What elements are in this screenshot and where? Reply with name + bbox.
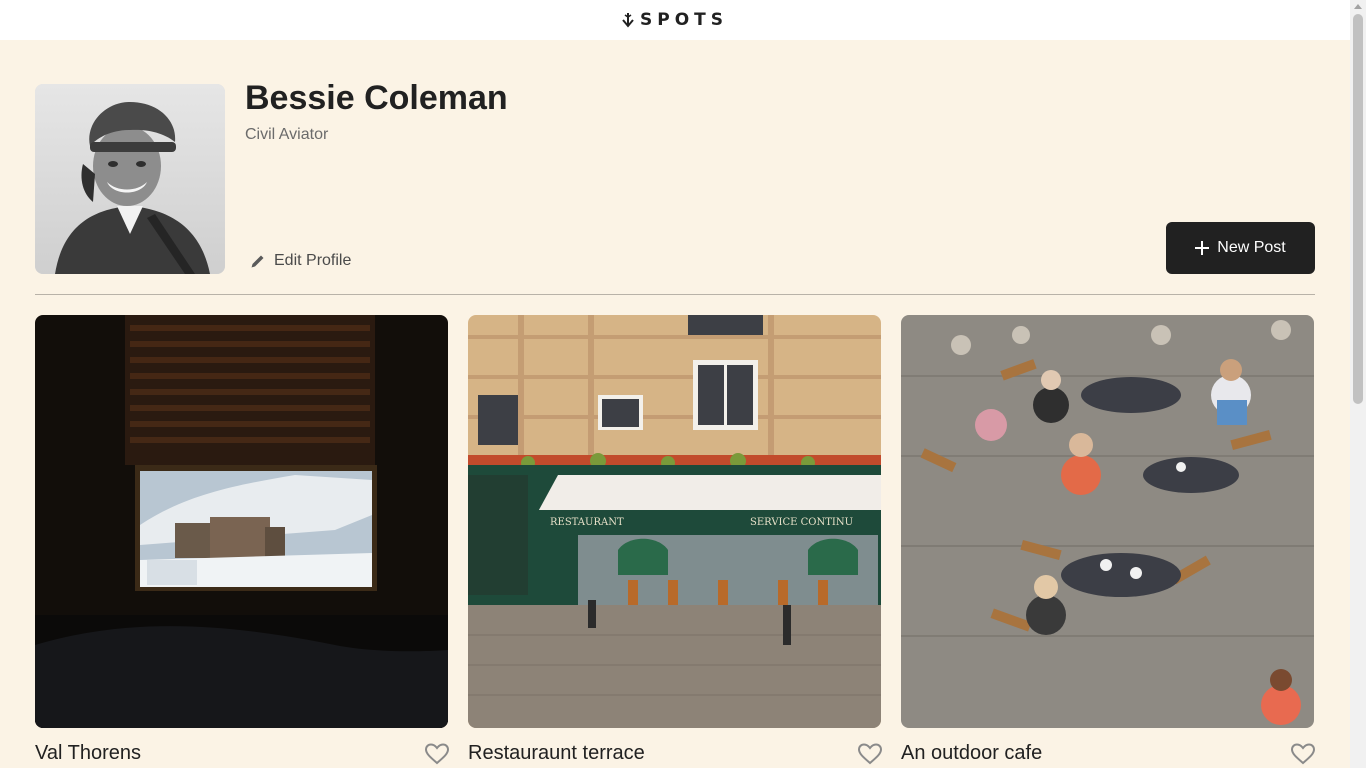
card-footer: Val Thorens [35,742,450,765]
card-title: Restauraunt terrace [468,742,645,764]
logo-icon [622,13,634,28]
new-post-label: New Post [1217,239,1286,256]
logo-text: SPOTS [640,10,728,30]
heart-icon [1290,742,1316,764]
page-scrollbar[interactable] [1350,0,1366,768]
divider [35,294,1315,295]
card-image[interactable] [901,315,1314,728]
card: Val Thorens [35,315,450,764]
pencil-icon [251,255,264,268]
logo[interactable]: SPOTS [622,10,728,30]
heart-icon [424,742,450,764]
card-image[interactable]: RESTAURANT SERVICE CONTINU [468,315,881,728]
profile-name: Bessie Coleman [245,79,508,117]
card: RESTAURANT SERVICE CONTINU Restauraunt t… [468,315,883,764]
card-image[interactable] [35,315,448,728]
card: An outdoor cafe [901,315,1316,764]
edit-profile-label: Edit Profile [274,252,352,269]
new-post-button[interactable]: New Post [1166,222,1315,274]
svg-text:SERVICE CONTINU: SERVICE CONTINU [750,517,853,528]
edit-profile-button[interactable]: Edit Profile [250,252,351,270]
heart-icon [857,742,883,764]
card-footer: An outdoor cafe [901,742,1316,765]
site-header: SPOTS [0,0,1350,40]
main-content: Bessie Coleman Civil Aviator Edit Profil… [0,40,1350,768]
card-title: Val Thorens [35,742,141,764]
plus-icon [1195,241,1210,255]
avatar [35,84,225,274]
like-button[interactable] [1290,742,1316,765]
scroll-thumb[interactable] [1353,14,1363,404]
profile-description: Civil Aviator [245,126,329,143]
svg-text:RESTAURANT: RESTAURANT [550,517,624,528]
card-footer: Restauraunt terrace [468,742,883,765]
card-title: An outdoor cafe [901,742,1043,764]
like-button[interactable] [424,742,450,765]
like-button[interactable] [857,742,883,765]
scroll-up-icon[interactable] [1354,4,1362,9]
